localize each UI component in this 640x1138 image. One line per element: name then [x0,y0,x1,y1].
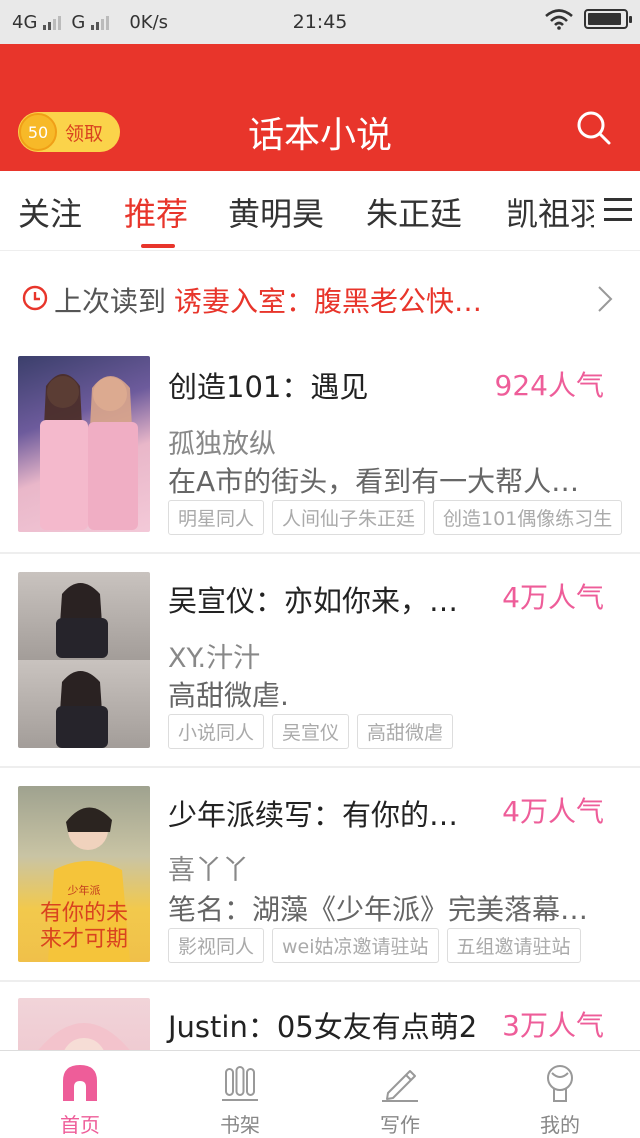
book-item[interactable]: 少年派 有你的未 来才可期 少年派续写：有你的… 4万人气 喜丫丫 笔名：湖藻《… [0,770,640,982]
nav-profile[interactable]: 我的 [480,1051,640,1138]
book-title: Justin：05女友有点萌2 [168,1010,478,1044]
tab-follow[interactable]: 关注 [18,189,82,235]
book-tag[interactable]: wei姑凉邀请驻站 [272,928,439,963]
pencil-icon [382,1070,418,1102]
tab-menu-icon[interactable] [594,183,640,235]
book-tag[interactable]: 五组邀请驻站 [446,928,581,963]
status-bar: 4G G 0K/s 21:45 [0,0,640,44]
book-tag[interactable]: 人间仙子朱正廷 [272,500,426,535]
nav-home[interactable]: 首页 [0,1051,160,1138]
wifi-icon [545,9,573,30]
book-tag[interactable]: 高甜微虐 [357,714,454,749]
app-title: 话本小说 [247,115,392,156]
book-item[interactable]: Justin：05女友有点萌2 3万人气 [0,984,640,1050]
last-read-title: 诱妻入室：腹黑老公快… [174,285,483,318]
cover-text: 有你的未 [40,901,128,926]
book-description: 在A市的街头，看到有一大帮人… [168,465,580,498]
bookshelf-icon [222,1066,258,1101]
book-tag[interactable]: 创造101偶像练习生 [433,500,623,535]
search-icon[interactable] [574,108,614,148]
battery-icon [584,9,632,29]
book-popularity: 4万人气 [502,581,604,614]
bottom-navigation: 首页 书架 写作 我的 [0,1050,640,1138]
tab-huang-minghao[interactable]: 黄明昊 [228,189,324,235]
last-read-prefix: 上次读到 [54,285,167,318]
book-author: 喜丫丫 [168,855,249,886]
book-popularity: 4万人气 [502,795,604,828]
book-popularity: 924人气 [494,369,604,402]
book-description: 笔名：湖藻《少年派》完美落幕… [168,893,589,926]
book-cover-image [18,998,150,1050]
book-cover-image: 少年派 有你的未 来才可期 [18,786,150,962]
cover-text: 来才可期 [40,927,128,952]
book-tags: 影视同人 wei姑凉邀请驻站 五组邀请驻站 [168,928,581,963]
book-description: 高甜微虐. [168,679,289,712]
book-title: 吴宣仪：亦如你来，… [168,584,459,618]
book-item[interactable]: 吴宣仪：亦如你来，… 4万人气 XY.汁汁 高甜微虐. 小说同人 吴宣仪 高甜微… [0,556,640,768]
tab-zhu-zhengting[interactable]: 朱正廷 [366,189,462,235]
book-tags: 小说同人 吴宣仪 高甜微虐 [168,714,454,749]
book-title: 创造101：遇见 [168,370,369,404]
nav-write[interactable]: 写作 [320,1051,480,1138]
tab-kai-zu[interactable]: 凯祖羽 [506,189,602,235]
book-author: XY.汁汁 [168,643,261,674]
home-icon [63,1065,97,1101]
book-tags: 明星同人 人间仙子朱正廷 创造101偶像练习生 [168,500,623,535]
profile-icon [547,1065,573,1102]
nav-label: 书架 [220,1113,260,1137]
chevron-right-icon [598,286,613,312]
book-item[interactable]: 创造101：遇见 924人气 孤独放纵 在A市的街头，看到有一大帮人… 明星同人… [0,344,640,554]
tab-recommend[interactable]: 推荐 [124,189,188,235]
book-cover-image [18,356,150,532]
book-tag[interactable]: 影视同人 [168,928,265,963]
category-tabs: 关注 推荐 黄明昊 朱正廷 凯祖羽 [0,171,640,251]
last-read-bar[interactable]: 上次读到 诱妻入室：腹黑老公快… [0,252,640,344]
book-popularity: 3万人气 [502,1009,604,1042]
nav-label: 首页 [60,1113,100,1137]
nav-label: 写作 [380,1113,420,1137]
book-title: 少年派续写：有你的… [168,798,459,832]
book-tag[interactable]: 小说同人 [168,714,265,749]
active-tab-indicator [141,244,175,248]
nav-label: 我的 [540,1113,580,1137]
book-cover-image [18,572,150,748]
nav-bookshelf[interactable]: 书架 [160,1051,320,1138]
book-tag[interactable]: 吴宣仪 [272,714,350,749]
clock-icon [22,285,48,311]
book-tag[interactable]: 明星同人 [168,500,265,535]
status-right [544,8,632,30]
book-author: 孤独放纵 [168,429,276,460]
cover-text: 少年派 [68,883,101,897]
